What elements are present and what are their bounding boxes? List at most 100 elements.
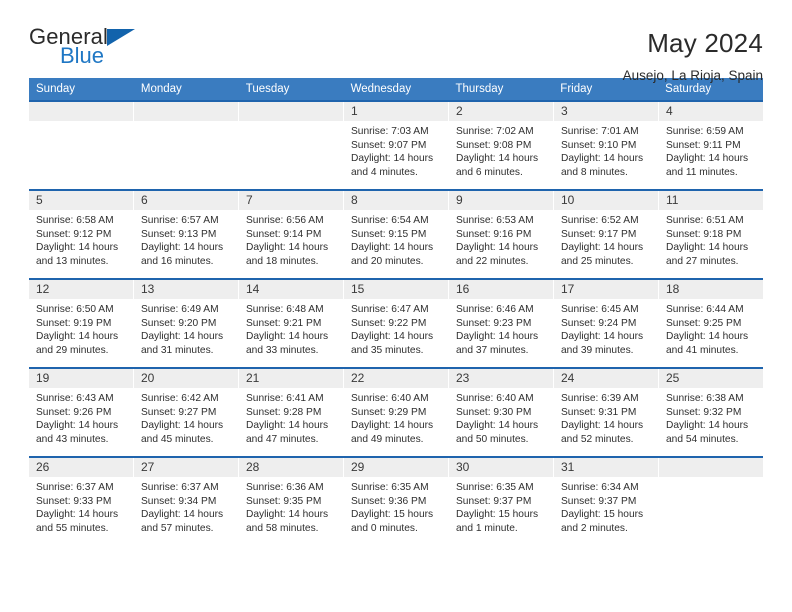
sunrise-text: Sunrise: 6:48 AM xyxy=(246,304,324,315)
weekday-header-tuesday: Tuesday xyxy=(245,83,290,95)
daylight-text: Daylight: 14 hours and 43 minutes. xyxy=(36,420,119,445)
daylight-text: Daylight: 14 hours and 57 minutes. xyxy=(141,509,224,534)
day-number: 16 xyxy=(449,280,553,299)
day-cell[interactable]: 15 Sunrise: 6:47 AM Sunset: 9:22 PM Dayligh… xyxy=(343,280,448,367)
day-sun-info: Sunrise: 6:42 AM Sunset: 9:27 PM Daylight:… xyxy=(134,388,238,446)
day-cell[interactable]: 10 Sunrise: 6:52 AM Sunset: 9:17 PM Dayligh… xyxy=(553,191,658,278)
triangle-icon xyxy=(107,29,135,46)
day-sun-info: Sunrise: 6:52 AM Sunset: 9:17 PM Daylight:… xyxy=(554,210,658,268)
sunset-text: Sunset: 9:31 PM xyxy=(561,406,637,418)
day-cell[interactable]: 21 Sunrise: 6:41 AM Sunset: 9:28 PM Dayligh… xyxy=(238,369,343,456)
daylight-text: Daylight: 14 hours and 25 minutes. xyxy=(561,242,644,267)
sunset-text: Sunset: 9:11 PM xyxy=(666,139,741,151)
day-cell[interactable]: 17 Sunrise: 6:45 AM Sunset: 9:24 PM Dayligh… xyxy=(553,280,658,367)
sunset-text: Sunset: 9:24 PM xyxy=(561,317,637,329)
daylight-text: Daylight: 14 hours and 22 minutes. xyxy=(456,242,539,267)
day-cell[interactable]: 13 Sunrise: 6:49 AM Sunset: 9:20 PM Dayligh… xyxy=(133,280,238,367)
day-cell[interactable]: 20 Sunrise: 6:42 AM Sunset: 9:27 PM Dayligh… xyxy=(133,369,238,456)
day-cell[interactable]: 23 Sunrise: 6:40 AM Sunset: 9:30 PM Dayligh… xyxy=(448,369,553,456)
daylight-text: Daylight: 14 hours and 6 minutes. xyxy=(456,153,539,178)
day-cell[interactable]: 18 Sunrise: 6:44 AM Sunset: 9:25 PM Dayligh… xyxy=(658,280,763,367)
title-block: May 2024 Ausejo, La Rioja, Spain xyxy=(623,26,763,83)
day-sun-info: Sunrise: 6:44 AM Sunset: 9:25 PM Daylight:… xyxy=(659,299,763,357)
day-sun-info: Sunrise: 6:46 AM Sunset: 9:23 PM Daylight:… xyxy=(449,299,553,357)
day-sun-info: Sunrise: 7:03 AM Sunset: 9:07 PM Daylight:… xyxy=(344,121,448,179)
day-cell[interactable]: 3 Sunrise: 7:01 AM Sunset: 9:10 PM Daylight… xyxy=(553,102,658,189)
daylight-text: Daylight: 14 hours and 49 minutes. xyxy=(351,420,434,445)
day-cell[interactable]: 14 Sunrise: 6:48 AM Sunset: 9:21 PM Dayligh… xyxy=(238,280,343,367)
day-cell[interactable]: 6 Sunrise: 6:57 AM Sunset: 9:13 PM Daylight… xyxy=(133,191,238,278)
day-cell[interactable]: 19 Sunrise: 6:43 AM Sunset: 9:26 PM Dayligh… xyxy=(29,369,133,456)
sunset-text: Sunset: 9:16 PM xyxy=(456,228,532,240)
day-number: 18 xyxy=(659,280,763,299)
day-sun-info: Sunrise: 6:59 AM Sunset: 9:11 PM Daylight:… xyxy=(659,121,763,179)
day-cell[interactable]: 8 Sunrise: 6:54 AM Sunset: 9:15 PM Daylight… xyxy=(343,191,448,278)
day-number: 14 xyxy=(239,280,343,299)
sunset-text: Sunset: 9:25 PM xyxy=(666,317,742,329)
daylight-text: Daylight: 14 hours and 47 minutes. xyxy=(246,420,329,445)
day-number: 28 xyxy=(239,458,343,477)
sunset-text: Sunset: 9:22 PM xyxy=(351,317,427,329)
weekday-header-monday: Monday xyxy=(140,83,182,95)
sunset-text: Sunset: 9:37 PM xyxy=(456,495,532,507)
day-cell-empty xyxy=(133,102,238,189)
day-sun-info: Sunrise: 6:54 AM Sunset: 9:15 PM Daylight:… xyxy=(344,210,448,268)
day-sun-info: Sunrise: 6:43 AM Sunset: 9:26 PM Daylight:… xyxy=(29,388,133,446)
sunrise-text: Sunrise: 6:49 AM xyxy=(141,304,219,315)
sunrise-text: Sunrise: 6:51 AM xyxy=(666,215,744,226)
generalblue-logo[interactable]: General Blue xyxy=(29,26,149,74)
daylight-text: Daylight: 14 hours and 20 minutes. xyxy=(351,242,434,267)
day-cell[interactable]: 26 Sunrise: 6:37 AM Sunset: 9:33 PM Dayligh… xyxy=(29,458,133,545)
sunrise-text: Sunrise: 6:42 AM xyxy=(141,393,219,404)
day-cell[interactable]: 22 Sunrise: 6:40 AM Sunset: 9:29 PM Dayligh… xyxy=(343,369,448,456)
daylight-text: Daylight: 14 hours and 16 minutes. xyxy=(141,242,224,267)
day-cell[interactable]: 24 Sunrise: 6:39 AM Sunset: 9:31 PM Dayligh… xyxy=(553,369,658,456)
daylight-text: Daylight: 14 hours and 18 minutes. xyxy=(246,242,329,267)
day-cell[interactable]: 30 Sunrise: 6:35 AM Sunset: 9:37 PM Dayligh… xyxy=(448,458,553,545)
sunset-text: Sunset: 9:35 PM xyxy=(246,495,322,507)
daylight-text: Daylight: 14 hours and 54 minutes. xyxy=(666,420,749,445)
day-cell[interactable]: 1 Sunrise: 7:03 AM Sunset: 9:07 PM Daylight… xyxy=(343,102,448,189)
day-cell[interactable]: 12 Sunrise: 6:50 AM Sunset: 9:19 PM Dayligh… xyxy=(29,280,133,367)
day-number: 20 xyxy=(134,369,238,388)
daylight-text: Daylight: 14 hours and 39 minutes. xyxy=(561,331,644,356)
calendar-week-row: 12 Sunrise: 6:50 AM Sunset: 9:19 PM Dayligh… xyxy=(29,278,763,367)
sunset-text: Sunset: 9:28 PM xyxy=(246,406,322,418)
sunrise-text: Sunrise: 7:02 AM xyxy=(456,126,534,137)
sunrise-text: Sunrise: 6:59 AM xyxy=(666,126,744,137)
day-cell[interactable]: 11 Sunrise: 6:51 AM Sunset: 9:18 PM Dayligh… xyxy=(658,191,763,278)
day-number: 5 xyxy=(29,191,133,210)
day-cell[interactable]: 27 Sunrise: 6:37 AM Sunset: 9:34 PM Dayligh… xyxy=(133,458,238,545)
sunset-text: Sunset: 9:14 PM xyxy=(246,228,322,240)
sunrise-text: Sunrise: 6:45 AM xyxy=(561,304,639,315)
page-title: May 2024 xyxy=(647,28,763,58)
day-number: 15 xyxy=(344,280,448,299)
day-cell[interactable]: 28 Sunrise: 6:36 AM Sunset: 9:35 PM Dayligh… xyxy=(238,458,343,545)
day-sun-info: Sunrise: 6:34 AM Sunset: 9:37 PM Daylight:… xyxy=(554,477,658,535)
day-cell[interactable]: 5 Sunrise: 6:58 AM Sunset: 9:12 PM Daylight… xyxy=(29,191,133,278)
day-cell-empty xyxy=(238,102,343,189)
day-cell[interactable]: 4 Sunrise: 6:59 AM Sunset: 9:11 PM Daylight… xyxy=(658,102,763,189)
daylight-text: Daylight: 14 hours and 45 minutes. xyxy=(141,420,224,445)
day-cell[interactable]: 31 Sunrise: 6:34 AM Sunset: 9:37 PM Dayligh… xyxy=(553,458,658,545)
sunrise-text: Sunrise: 6:40 AM xyxy=(351,393,429,404)
daylight-text: Daylight: 14 hours and 11 minutes. xyxy=(666,153,749,178)
day-cell[interactable]: 7 Sunrise: 6:56 AM Sunset: 9:14 PM Daylight… xyxy=(238,191,343,278)
weekday-header-row: Sunday Monday Tuesday Wednesday Thursday… xyxy=(29,78,763,100)
day-cell[interactable]: 9 Sunrise: 6:53 AM Sunset: 9:16 PM Daylight… xyxy=(448,191,553,278)
daylight-text: Daylight: 15 hours and 2 minutes. xyxy=(561,509,644,534)
day-cell[interactable]: 25 Sunrise: 6:38 AM Sunset: 9:32 PM Dayligh… xyxy=(658,369,763,456)
day-cell[interactable]: 16 Sunrise: 6:46 AM Sunset: 9:23 PM Dayligh… xyxy=(448,280,553,367)
day-sun-info: Sunrise: 6:47 AM Sunset: 9:22 PM Daylight:… xyxy=(344,299,448,357)
day-cell[interactable]: 29 Sunrise: 6:35 AM Sunset: 9:36 PM Dayligh… xyxy=(343,458,448,545)
daylight-text: Daylight: 14 hours and 27 minutes. xyxy=(666,242,749,267)
daylight-text: Daylight: 15 hours and 1 minute. xyxy=(456,509,539,534)
sunset-text: Sunset: 9:32 PM xyxy=(666,406,742,418)
sunrise-text: Sunrise: 6:35 AM xyxy=(351,482,429,493)
sunset-text: Sunset: 9:33 PM xyxy=(36,495,112,507)
sunset-text: Sunset: 9:29 PM xyxy=(351,406,427,418)
day-number: 17 xyxy=(554,280,658,299)
sunrise-text: Sunrise: 6:53 AM xyxy=(456,215,534,226)
day-cell[interactable]: 2 Sunrise: 7:02 AM Sunset: 9:08 PM Daylight… xyxy=(448,102,553,189)
day-sun-info: Sunrise: 6:53 AM Sunset: 9:16 PM Daylight:… xyxy=(449,210,553,268)
